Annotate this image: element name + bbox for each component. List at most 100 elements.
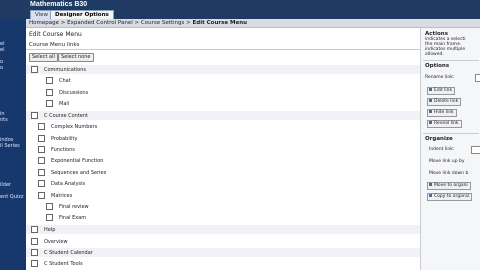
breadcrumb-separator: >	[186, 20, 191, 26]
indent-link-select[interactable]	[471, 146, 480, 154]
divider	[423, 133, 479, 134]
menu-link-row: Chat	[46, 77, 71, 84]
menu-link-row: Probability	[38, 135, 77, 142]
reveal-icon	[429, 121, 432, 124]
left-nav-item[interactable]: il Series	[0, 143, 20, 149]
checkbox[interactable]	[31, 112, 38, 119]
menu-link-label: Mail	[59, 100, 70, 107]
menu-link-label: Communications	[44, 66, 87, 73]
breadcrumb-separator: >	[60, 20, 66, 26]
menu-link-label: C Student Calendar	[44, 249, 93, 256]
options-heading: Options	[425, 63, 450, 69]
menu-link-label: Data Analysis	[51, 180, 86, 187]
menu-link-label: C Course Content	[44, 112, 89, 119]
checkbox[interactable]	[46, 214, 53, 221]
top-header: Mathematics B30 View Designer Options	[0, 0, 480, 19]
checkbox[interactable]	[38, 146, 45, 153]
left-nav-item[interactable]: el	[0, 47, 4, 53]
rename-link-input[interactable]	[475, 74, 480, 82]
section-subheader-label: Course Menu links	[29, 42, 80, 48]
hide-link-button[interactable]: Hide link	[427, 109, 457, 117]
menu-link-row: C Course Content	[31, 112, 88, 119]
menu-link-label: Overview	[44, 238, 68, 245]
tab-designer-options[interactable]: Designer Options	[50, 10, 114, 19]
checkbox[interactable]	[46, 89, 53, 96]
select-all-button[interactable]: Select all	[29, 53, 58, 62]
move-icon	[429, 183, 432, 186]
menu-link-label: Functions	[51, 146, 75, 153]
actions-sidebar: Actions indicates a selecti the main fra…	[420, 28, 480, 270]
copy-to-organizer-button[interactable]: Copy to organiz	[427, 193, 473, 201]
menu-link-label: Help	[44, 226, 56, 233]
menu-link-row: C Student Tools	[31, 260, 83, 267]
menu-link-row: C Student Calendar	[31, 249, 93, 256]
menu-link-row: Exponential Function	[38, 157, 103, 164]
section-subheader: Course Menu links	[26, 40, 420, 50]
checkbox[interactable]	[38, 192, 45, 199]
checkbox[interactable]	[38, 157, 45, 164]
menu-link-label: Discussions	[59, 89, 89, 96]
menu-link-row: Complex Numbers	[38, 123, 97, 130]
menu-link-row: Communications	[31, 66, 86, 73]
checkbox[interactable]	[46, 203, 53, 210]
actions-note: allowed.	[425, 52, 444, 57]
move-link-up-label[interactable]: Move link up by	[429, 159, 465, 164]
hide-icon	[429, 110, 432, 113]
breadcrumb-separator: >	[134, 20, 140, 26]
menu-link-row: Matrices	[38, 192, 72, 199]
checkbox[interactable]	[38, 123, 45, 130]
checkbox[interactable]	[31, 249, 38, 256]
move-link-down-label[interactable]: Move link down b	[429, 171, 468, 176]
checkbox[interactable]	[31, 260, 38, 267]
menu-link-label: Final Exam	[59, 214, 87, 221]
select-none-button[interactable]: Select none	[58, 53, 94, 62]
menu-link-label: C Student Tools	[44, 260, 83, 267]
menu-link-row: Final Exam	[46, 214, 86, 221]
indent-link-label: Indent link:	[429, 147, 455, 152]
left-nav-item[interactable]: o	[0, 65, 3, 71]
move-to-organizer-button[interactable]: Move to organi	[427, 182, 471, 190]
menu-link-label: Chat	[59, 77, 71, 84]
menu-link-label: Matrices	[51, 192, 73, 199]
menu-link-row: Mail	[46, 100, 69, 107]
checkbox[interactable]	[46, 100, 53, 107]
rename-link-label: Rename link:	[425, 75, 455, 80]
left-nav-item[interactable]: nts	[0, 117, 8, 123]
pencil-icon	[429, 88, 432, 91]
menu-link-label: Probability	[51, 135, 78, 142]
checkbox[interactable]	[31, 66, 38, 73]
divider	[423, 60, 479, 61]
checkbox[interactable]	[38, 180, 45, 187]
breadcrumb-expanded-control-panel[interactable]: Expanded Control Panel	[67, 20, 133, 26]
main-content: Edit Course Menu Course Menu links Selec…	[26, 28, 420, 270]
left-navigation: el el o o in nts indos il Series ilder e…	[0, 19, 26, 270]
menu-link-row: Help	[31, 226, 55, 233]
menu-link-row: Discussions	[46, 89, 88, 96]
checkbox[interactable]	[46, 77, 53, 84]
delete-icon	[429, 99, 432, 102]
left-nav-item[interactable]: ent Quizz	[0, 194, 24, 200]
page-title: Edit Course Menu	[29, 31, 82, 38]
app-title: Mathematics B30	[30, 1, 88, 8]
row-stripe	[26, 225, 420, 234]
menu-link-label: Exponential Function	[51, 157, 104, 164]
menu-link-row: Functions	[38, 146, 75, 153]
breadcrumb-homepage[interactable]: Homepage	[29, 20, 59, 26]
menu-link-row: Final review	[46, 203, 89, 210]
checkbox[interactable]	[31, 226, 38, 233]
breadcrumb: Homepage > Expanded Control Panel > Cour…	[26, 19, 480, 28]
checkbox[interactable]	[31, 238, 38, 245]
menu-link-row: Sequences and Series	[38, 169, 106, 176]
edit-link-button[interactable]: Edit link	[427, 87, 456, 95]
menu-link-label: Sequences and Series	[51, 169, 107, 176]
breadcrumb-course-settings[interactable]: Course Settings	[141, 20, 185, 26]
copy-icon	[429, 194, 432, 197]
menu-link-row: Data Analysis	[38, 180, 85, 187]
checkbox[interactable]	[38, 135, 45, 142]
reveal-link-button[interactable]: Reveal link	[427, 120, 462, 128]
checkbox[interactable]	[38, 169, 45, 176]
menu-link-row: Overview	[31, 238, 68, 245]
delete-link-button[interactable]: Delete link	[427, 98, 462, 106]
left-nav-item[interactable]: ilder	[0, 182, 11, 188]
menu-link-label: Complex Numbers	[51, 123, 98, 130]
